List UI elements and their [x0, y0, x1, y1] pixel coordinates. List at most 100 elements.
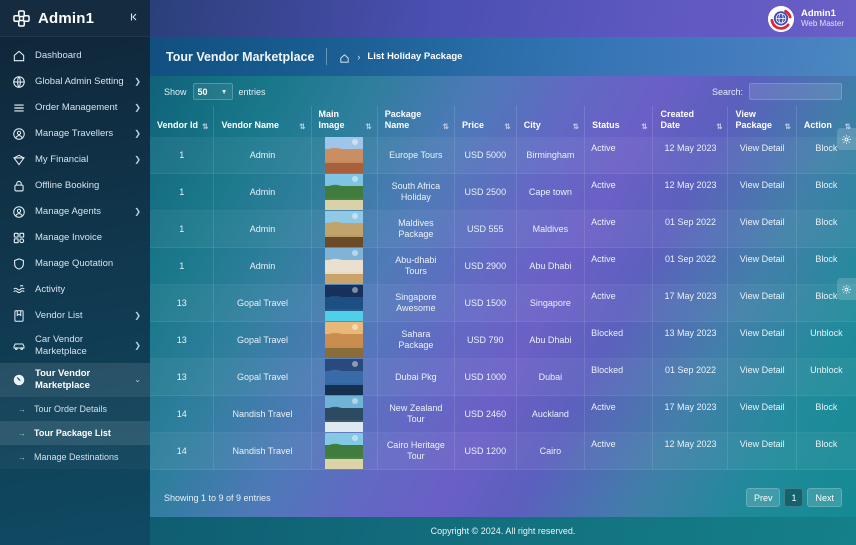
topbar: Admin1 Web Master [150, 0, 856, 37]
sidebar-item-car-vendor-marketplace[interactable]: Car Vendor Marketplace ❯ [0, 329, 150, 363]
column-header-city[interactable]: City ⇅ [516, 106, 586, 138]
column-header-label: Created Date [660, 109, 694, 130]
sort-icon[interactable]: ⇅ [573, 123, 579, 131]
cell-created-date: 17 May 2023 [652, 284, 729, 323]
page-size-value: 50 [197, 86, 208, 97]
sort-icon[interactable]: ⇅ [716, 123, 722, 131]
user-info: Admin1 Web Master [801, 8, 844, 30]
search-input[interactable] [749, 83, 842, 100]
cell-vendor-name: Gopal Travel [213, 321, 312, 360]
table-row[interactable]: 1 Admin South Africa Holiday USD 2500 Cape t… [150, 173, 856, 212]
page-size-select[interactable]: 50 ▼ [192, 83, 233, 100]
sidebar-item-vendor-list[interactable]: Vendor List ❯ [0, 303, 150, 329]
table-body: 1 Admin Europe Tours USD 5000 Birmingham Acti… [150, 137, 856, 471]
sidebar-item-my-financial[interactable]: My Financial ❯ [0, 147, 150, 173]
sidebar-brand[interactable]: Admin1 [0, 0, 150, 37]
table-row[interactable]: 1 Admin Europe Tours USD 5000 Birmingham Acti… [150, 137, 856, 175]
view-detail-link[interactable]: View Detail [727, 247, 797, 286]
sidebar-collapse-icon[interactable] [129, 11, 141, 25]
cell-main-image [311, 321, 378, 360]
column-header-status[interactable]: Status ⇅ [584, 106, 654, 138]
column-header-vendor_id[interactable]: Vendor Id ⇅ [150, 106, 215, 138]
view-detail-link[interactable]: View Detail [727, 358, 797, 397]
view-detail-link[interactable]: View Detail [727, 432, 797, 471]
action-toggle-link[interactable]: Block [796, 395, 856, 434]
sidebar-subitem-manage-destinations[interactable]: → Manage Destinations [0, 445, 150, 469]
sidebar-item-manage-travellers[interactable]: Manage Travellers ❯ [0, 121, 150, 147]
action-toggle-link[interactable]: Unblock [796, 358, 856, 397]
cell-price: USD 555 [454, 210, 517, 249]
sidebar-item-dashboard[interactable]: Dashboard [0, 43, 150, 69]
action-toggle-link[interactable]: Block [796, 432, 856, 471]
view-detail-link[interactable]: View Detail [727, 395, 797, 434]
avatar[interactable] [768, 5, 795, 32]
prev-page-button[interactable]: Prev [745, 488, 781, 507]
sort-icon[interactable]: ⇅ [202, 123, 208, 131]
cell-created-date: 12 May 2023 [652, 173, 729, 212]
sort-icon[interactable]: ⇅ [641, 123, 647, 131]
settings-gear-button-top[interactable] [837, 128, 856, 150]
content-panel: Show 50 ▼ entries Search: Vendor Id ⇅ Ve… [150, 76, 856, 517]
cell-vendor-id: 13 [150, 358, 215, 397]
home-icon[interactable] [339, 51, 350, 63]
sidebar-item-global-admin-setting[interactable]: Global Admin Setting ❯ [0, 69, 150, 95]
table-row[interactable]: 1 Admin Maldives Package USD 555 Maldives Act… [150, 210, 856, 249]
sidebar-item-order-management[interactable]: Order Management ❯ [0, 95, 150, 121]
table-row[interactable]: 14 Nandish Travel New Zealand Tour USD 2460… [150, 395, 856, 434]
cell-price: USD 2900 [454, 247, 517, 286]
cell-created-date: 13 May 2023 [652, 321, 729, 360]
southafrica-thumb [325, 174, 364, 211]
column-header-main_image[interactable]: Main Image ⇅ [311, 106, 378, 138]
next-page-button[interactable]: Next [807, 488, 842, 507]
column-header-price[interactable]: Price ⇅ [454, 106, 517, 138]
table-row[interactable]: 13 Gopal Travel Sahara Package USD 790 Abu D… [150, 321, 856, 360]
sidebar-item-manage-invoice[interactable]: Manage Invoice [0, 225, 150, 251]
sidebar-label: Manage Invoice [35, 232, 103, 244]
cell-city: Cape town [516, 173, 586, 212]
sidebar-subitem-tour-order-details[interactable]: → Tour Order Details [0, 397, 150, 421]
user-menu[interactable]: Admin1 Web Master [768, 5, 844, 32]
column-header-label: Vendor Name [221, 119, 279, 130]
action-toggle-link[interactable]: Block [796, 173, 856, 212]
arrow-right-icon: → [18, 428, 26, 438]
column-header-vendor_name[interactable]: Vendor Name ⇅ [213, 106, 312, 138]
sort-icon[interactable]: ⇅ [504, 123, 510, 131]
sidebar-subitem-tour-package-list[interactable]: → Tour Package List [0, 421, 150, 445]
table-row[interactable]: 13 Gopal Travel Dubai Pkg USD 1000 Dubai Bloc… [150, 358, 856, 397]
column-header-view_package[interactable]: View Package ⇅ [727, 106, 797, 138]
sort-icon[interactable]: ⇅ [785, 123, 791, 131]
view-detail-link[interactable]: View Detail [727, 284, 797, 323]
action-toggle-link[interactable]: Unblock [796, 321, 856, 360]
column-header-package_name[interactable]: Package Name ⇅ [377, 106, 455, 138]
sidebar-sublabel: Manage Destinations [34, 452, 119, 462]
bookmark-icon [12, 309, 26, 323]
sidebar: Admin1 Dashboard Global Admin Setting ❯ … [0, 0, 150, 545]
table-row[interactable]: 14 Nandish Travel Cairo Heritage Tour USD 1… [150, 432, 856, 471]
cell-created-date: 12 May 2023 [652, 432, 729, 471]
cell-vendor-name: Nandish Travel [213, 395, 312, 434]
column-header-label: Action [803, 119, 832, 130]
settings-gear-button-bottom[interactable] [837, 278, 856, 300]
cell-price: USD 5000 [454, 137, 517, 175]
cell-status: Active [584, 247, 654, 286]
page-number-button[interactable]: 1 [784, 488, 804, 507]
cell-vendor-id: 1 [150, 210, 215, 249]
sidebar-item-manage-quotation[interactable]: Manage Quotation [0, 251, 150, 277]
view-detail-link[interactable]: View Detail [727, 173, 797, 212]
cell-status: Active [584, 395, 654, 434]
view-detail-link[interactable]: View Detail [727, 210, 797, 249]
sort-icon[interactable]: ⇅ [443, 123, 449, 131]
sidebar-item-offline-booking[interactable]: Offline Booking [0, 173, 150, 199]
sort-icon[interactable]: ⇅ [365, 123, 371, 131]
view-detail-link[interactable]: View Detail [727, 321, 797, 360]
column-header-created_date[interactable]: Created Date ⇅ [652, 106, 729, 138]
table-row[interactable]: 13 Gopal Travel Singapore Awesome USD 1500 S… [150, 284, 856, 323]
sidebar-item-tour-vendor-marketplace[interactable]: Tour Vendor Marketplace ⌄ [0, 363, 150, 397]
view-detail-link[interactable]: View Detail [727, 137, 797, 175]
cell-status: Active [584, 210, 654, 249]
sidebar-item-activity[interactable]: Activity [0, 277, 150, 303]
sort-icon[interactable]: ⇅ [299, 123, 305, 131]
table-row[interactable]: 1 Admin Abu-dhabi Tours USD 2900 Abu Dhabi Ac… [150, 247, 856, 286]
sidebar-item-manage-agents[interactable]: Manage Agents ❯ [0, 199, 150, 225]
action-toggle-link[interactable]: Block [796, 210, 856, 249]
